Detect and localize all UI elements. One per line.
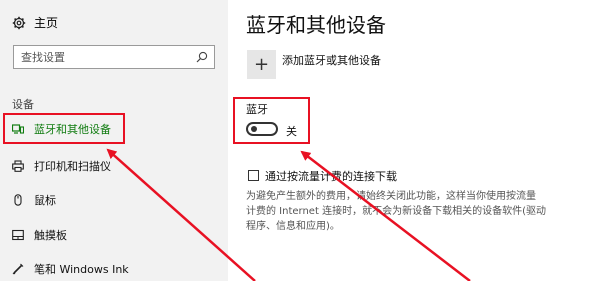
search-placeholder: 查找设置 [21,51,65,64]
pen-icon [12,263,24,275]
description-line: 为避免产生额外的费用，请始终关闭此功能，这样当你使用按流量 [246,191,536,202]
add-device-button[interactable]: + [247,50,276,79]
metered-download-checkbox[interactable] [248,170,259,181]
bluetooth-label: 蓝牙 [246,103,268,116]
sidebar-item-label: 触摸板 [34,229,67,242]
highlight-box-bluetooth-nav [3,113,125,144]
printer-icon [12,160,24,172]
gear-icon [12,16,26,29]
search-input[interactable]: 查找设置 [13,45,215,69]
metered-download-label[interactable]: 通过按流量计费的连接下载 [265,168,397,184]
page-title: 蓝牙和其他设备 [246,13,386,37]
section-label-devices: 设备 [12,98,34,111]
add-device-label[interactable]: 添加蓝牙或其他设备 [282,52,381,68]
toggle-knob [251,126,257,132]
settings-window: 主页 查找设置 设备 蓝牙和其他设备 打印机和扫描仪 鼠标 触摸板 笔和 Win… [0,0,589,281]
home-nav-item[interactable]: 主页 [12,14,58,31]
sidebar-item-printers[interactable]: 打印机和扫描仪 [12,156,111,176]
sidebar-item-label: 笔和 Windows Ink [34,263,129,276]
search-icon [196,51,208,63]
highlight-box-bluetooth-toggle [233,97,310,144]
sidebar-item-label: 打印机和扫描仪 [34,160,111,173]
home-label: 主页 [34,16,59,30]
metered-description: 为避免产生额外的费用，请始终关闭此功能，这样当你使用按流量 计费的 Intern… [246,189,582,234]
description-line: 计费的 Internet 连接时，就不会为新设备下载相关的设备软件(驱动 [246,206,546,217]
sidebar-item-touchpad[interactable]: 触摸板 [12,225,67,245]
plus-icon: + [253,54,270,75]
bluetooth-state-label: 关 [286,125,297,138]
mouse-icon [14,194,22,206]
sidebar-item-pen[interactable]: 笔和 Windows Ink [12,259,129,279]
sidebar-item-mouse[interactable]: 鼠标 [12,190,56,210]
description-line: 程序、信息和应用)。 [246,221,340,232]
sidebar-item-label: 鼠标 [34,194,56,207]
bluetooth-toggle[interactable] [246,122,278,136]
touchpad-icon [12,229,24,241]
